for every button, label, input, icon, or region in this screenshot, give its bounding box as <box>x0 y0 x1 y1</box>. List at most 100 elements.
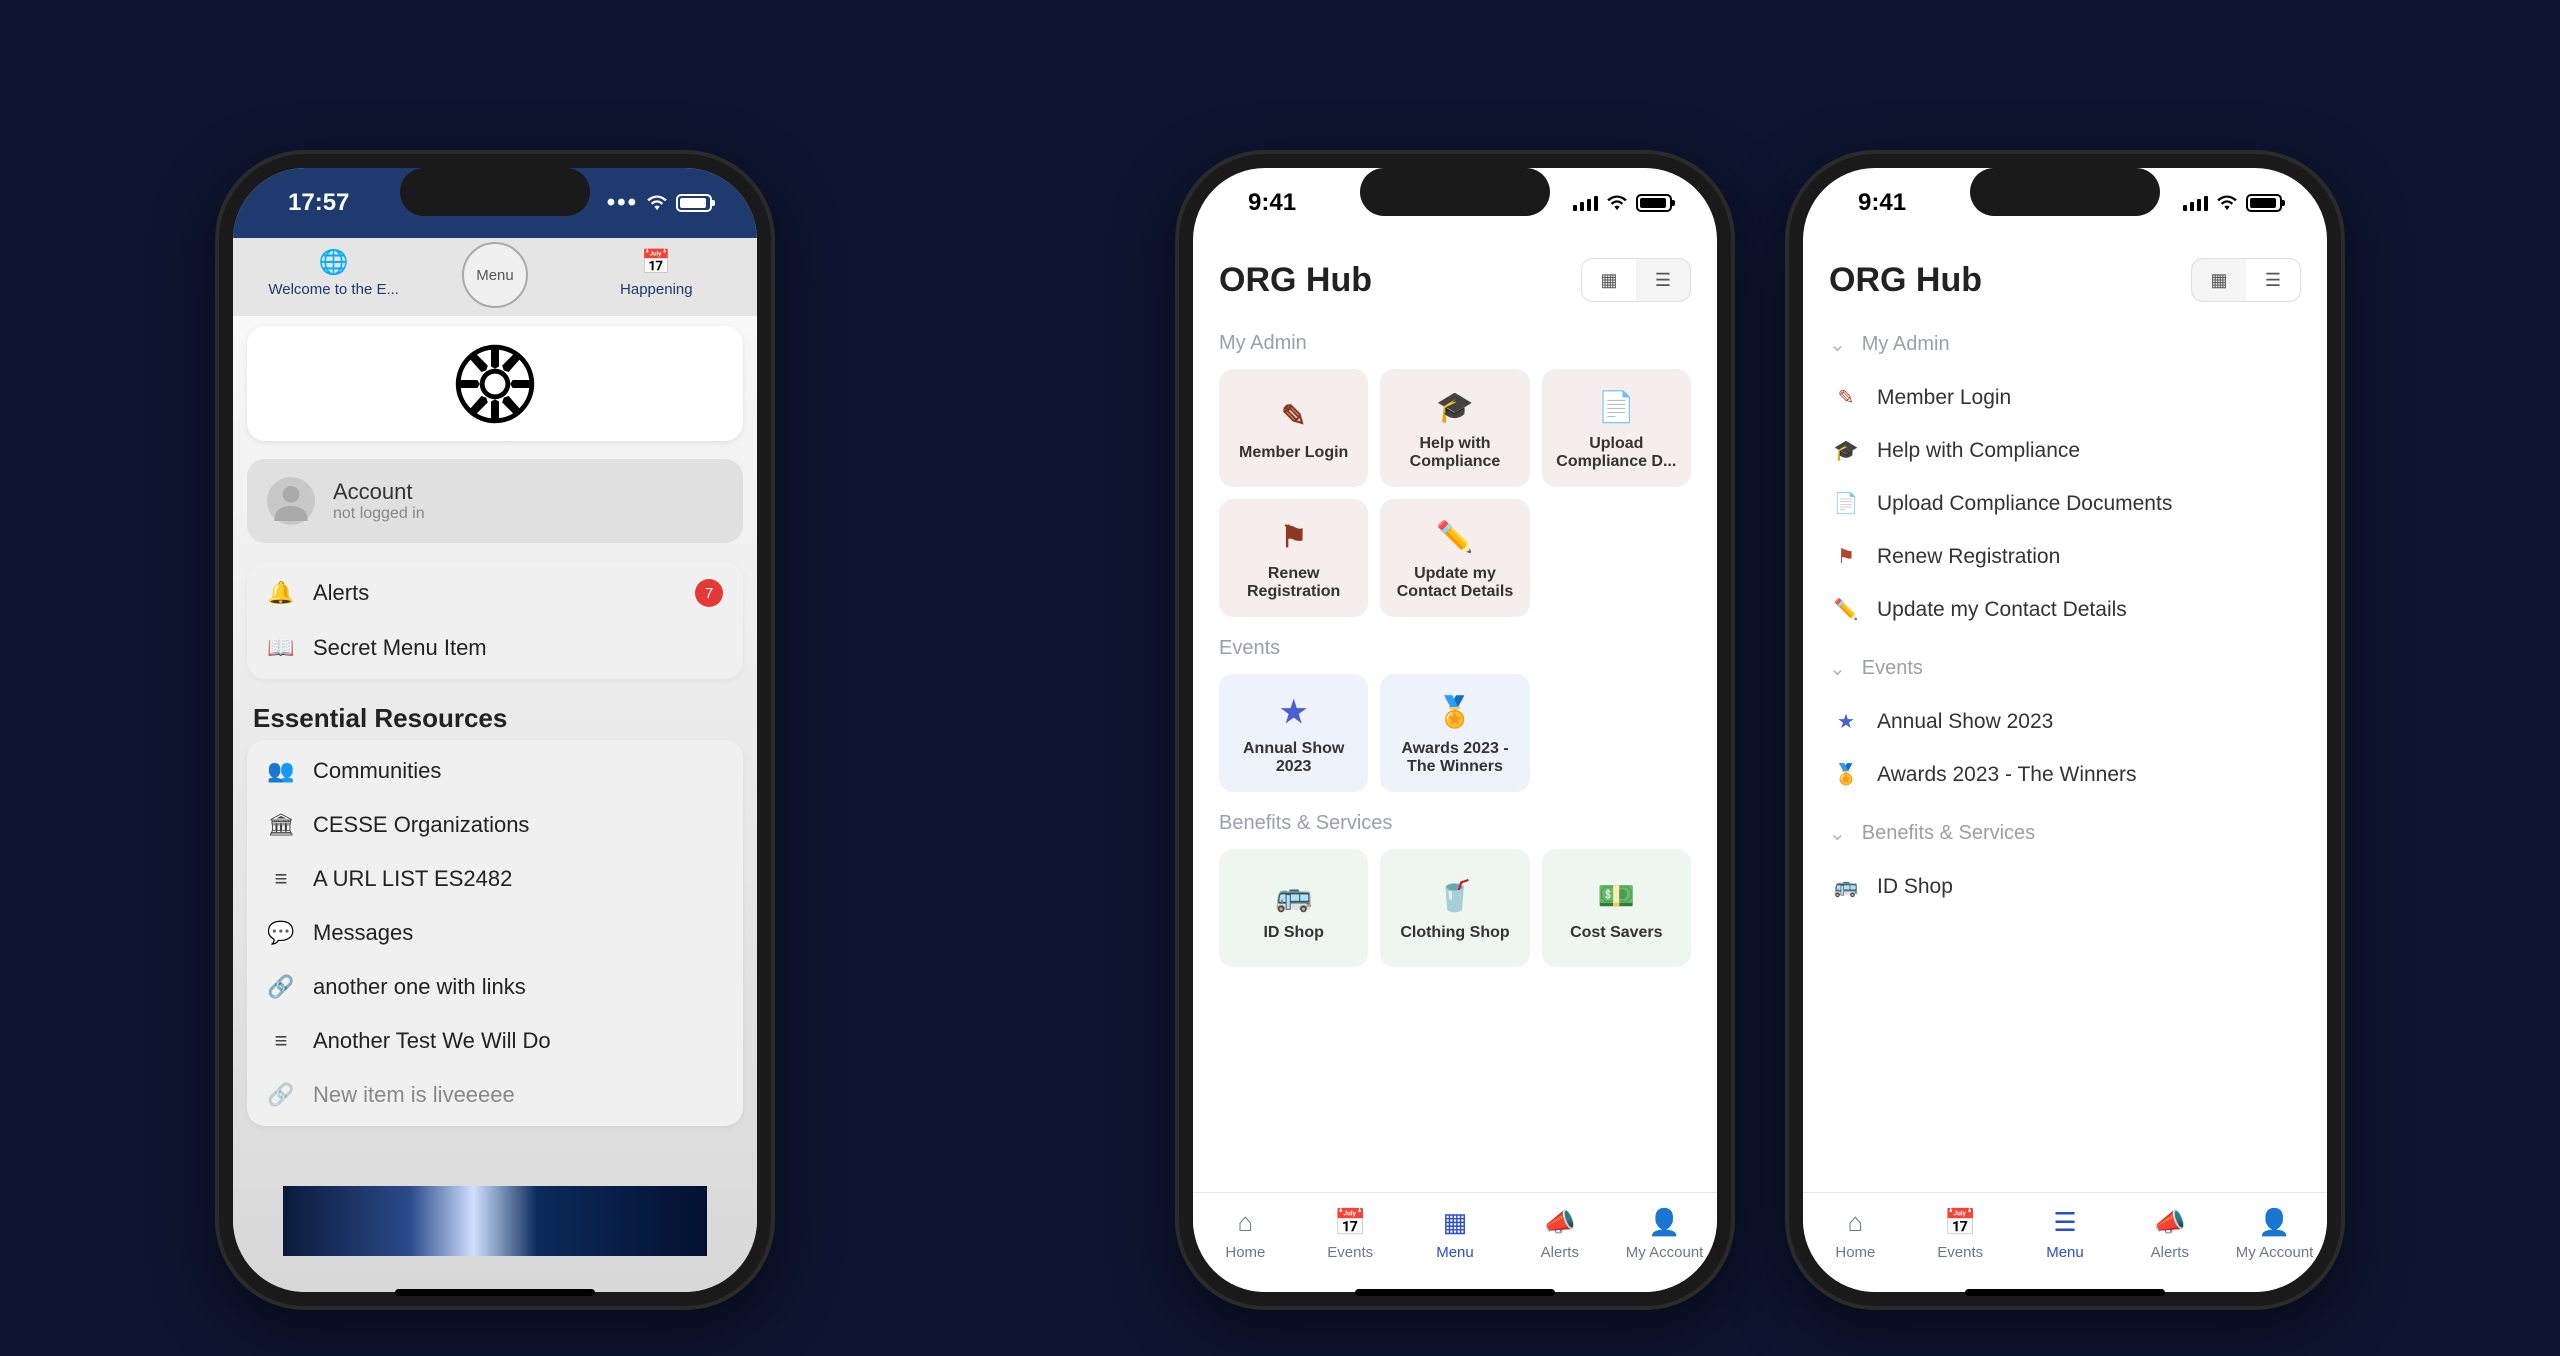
signal-icon <box>1573 196 1598 211</box>
logo-card <box>247 326 743 441</box>
hub-body[interactable]: ⌄My Admin ✎Member Login 🎓Help with Compl… <box>1803 312 2327 1192</box>
link-icon: 🔗 <box>267 974 295 1000</box>
tab-menu[interactable]: ▦Menu <box>1415 1207 1495 1261</box>
user-icon: 👤 <box>1625 1207 1705 1238</box>
megaphone-icon: 📣 <box>1520 1207 1600 1238</box>
home-indicator <box>395 1289 595 1296</box>
row-renew-registration[interactable]: ⚑Renew Registration <box>1829 530 2301 583</box>
tile-compliance-help[interactable]: 🎓Help with Compliance <box>1380 369 1529 487</box>
empire-logo-icon <box>455 344 535 424</box>
device-notch <box>1970 168 2160 216</box>
tile-cost-savers[interactable]: 💵Cost Savers <box>1542 849 1691 967</box>
row-upload-compliance[interactable]: 📄Upload Compliance Documents <box>1829 477 2301 530</box>
row-awards[interactable]: 🏅Awards 2023 - The Winners <box>1829 748 2301 801</box>
link-icon: 🔗 <box>267 1082 295 1108</box>
hub-header: ORG Hub ▦ ☰ <box>1803 238 2327 312</box>
graduation-icon: 🎓 <box>1436 389 1473 425</box>
phone-2: 9:41 ORG Hub ▦ ☰ My Admin ✎Member Login <box>1175 150 1735 1310</box>
menu-button[interactable]: Menu <box>462 242 528 308</box>
tab-bar: ⌂Home 📅Events ☰Menu 📣Alerts 👤My Account <box>1803 1192 2327 1292</box>
section-admin: My Admin <box>1219 332 1691 355</box>
tab-home[interactable]: ⌂Home <box>1815 1207 1895 1261</box>
tab-home[interactable]: ⌂Home <box>1205 1207 1285 1261</box>
tab-alerts[interactable]: 📣Alerts <box>1520 1207 1600 1261</box>
home-icon: ⌂ <box>1815 1207 1895 1238</box>
row-annual-show[interactable]: ★Annual Show 2023 <box>1829 695 2301 748</box>
megaphone-icon: 📣 <box>2130 1207 2210 1238</box>
account-title: Account <box>333 479 425 505</box>
hub-body[interactable]: My Admin ✎Member Login 🎓Help with Compli… <box>1193 312 1717 1192</box>
status-time: 9:41 <box>1248 189 1296 217</box>
tile-member-login[interactable]: ✎Member Login <box>1219 369 1368 487</box>
list-item[interactable]: 🏛CESSE Organizations <box>247 798 743 852</box>
phone-1: 17:57 ••• 🌐 Welcome to the E... Menu 📅 H… <box>215 150 775 1310</box>
edit-icon: ✏️ <box>1833 597 1859 622</box>
list-item[interactable]: 🔗another one with links <box>247 960 743 1014</box>
medal-icon: 🏅 <box>1833 762 1859 787</box>
section-events[interactable]: ⌄Events <box>1829 656 2301 681</box>
row-update-contact[interactable]: ✏️Update my Contact Details <box>1829 583 2301 636</box>
alerts-badge: 7 <box>695 579 723 607</box>
list-view-button[interactable]: ☰ <box>2246 259 2300 301</box>
view-toggle: ▦ ☰ <box>2191 258 2301 302</box>
list-item[interactable]: 🔗New item is liveeeee <box>247 1068 743 1122</box>
calendar-icon: 📅 <box>1310 1207 1390 1238</box>
row-member-login[interactable]: ✎Member Login <box>1829 371 2301 424</box>
list-icon: ≡ <box>267 866 295 892</box>
building-icon: 🏛 <box>267 812 295 838</box>
nav-menu[interactable]: Menu <box>414 248 575 308</box>
pencil-icon: ✎ <box>1833 385 1859 410</box>
account-card[interactable]: Account not logged in <box>247 459 743 543</box>
tab-bar: ⌂Home 📅Events ▦Menu 📣Alerts 👤My Account <box>1193 1192 1717 1292</box>
status-indicators <box>2183 194 2282 212</box>
row-compliance-help[interactable]: 🎓Help with Compliance <box>1829 424 2301 477</box>
home-indicator <box>1355 1289 1555 1296</box>
secret-menu-row[interactable]: 📖 Secret Menu Item <box>247 621 743 675</box>
hub-header: ORG Hub ▦ ☰ <box>1193 238 1717 312</box>
tab-account[interactable]: 👤My Account <box>2235 1207 2315 1261</box>
main-scroll[interactable]: Account not logged in 🔔 Alerts 7 📖 Secre… <box>233 316 757 1292</box>
list-view-button[interactable]: ☰ <box>1636 259 1690 301</box>
home-indicator <box>1965 1289 2165 1296</box>
phone-3: 9:41 ORG Hub ▦ ☰ ⌄My Admin ✎Member Login… <box>1785 150 2345 1310</box>
pencil-icon: ✎ <box>1281 398 1306 434</box>
list-item[interactable]: ≡Another Test We Will Do <box>247 1014 743 1068</box>
grid-view-button[interactable]: ▦ <box>1582 259 1636 301</box>
tile-renew-registration[interactable]: ⚑Renew Registration <box>1219 499 1368 617</box>
list-item[interactable]: ≡A URL LIST ES2482 <box>247 852 743 906</box>
flag-icon: ⚑ <box>1833 544 1859 569</box>
list-icon: ☰ <box>2265 270 2281 291</box>
calendar-icon: 📅 <box>1920 1207 2000 1238</box>
section-events: Events <box>1219 637 1691 660</box>
tab-account[interactable]: 👤My Account <box>1625 1207 1705 1261</box>
tab-alerts[interactable]: 📣Alerts <box>2130 1207 2210 1261</box>
tile-awards[interactable]: 🏅Awards 2023 - The Winners <box>1380 674 1529 792</box>
tile-upload-compliance[interactable]: 📄Upload Compliance D... <box>1542 369 1691 487</box>
tab-events[interactable]: 📅Events <box>1920 1207 2000 1261</box>
nav-happening[interactable]: 📅 Happening <box>576 248 737 308</box>
tab-events[interactable]: 📅Events <box>1310 1207 1390 1261</box>
row-id-shop[interactable]: 🚌ID Shop <box>1829 860 2301 913</box>
resources-card: 👥Communities 🏛CESSE Organizations ≡A URL… <box>247 740 743 1126</box>
tile-annual-show[interactable]: ★Annual Show 2023 <box>1219 674 1368 792</box>
money-icon: 💵 <box>1598 878 1635 914</box>
tab-menu[interactable]: ☰Menu <box>2025 1207 2105 1261</box>
device-notch <box>1360 168 1550 216</box>
tile-update-contact[interactable]: ✏️Update my Contact Details <box>1380 499 1529 617</box>
nav-welcome[interactable]: 🌐 Welcome to the E... <box>253 248 414 308</box>
banner-image <box>283 1186 707 1256</box>
section-admin[interactable]: ⌄My Admin <box>1829 332 2301 357</box>
resources-header: Essential Resources <box>247 693 743 740</box>
alerts-row[interactable]: 🔔 Alerts 7 <box>247 565 743 621</box>
tile-clothing-shop[interactable]: 🥤Clothing Shop <box>1380 849 1529 967</box>
chevron-down-icon: ⌄ <box>1829 332 1846 357</box>
book-icon: 📖 <box>267 635 295 661</box>
section-benefits[interactable]: ⌄Benefits & Services <box>1829 821 2301 846</box>
signal-icon <box>2183 196 2208 211</box>
star-icon: ★ <box>1833 709 1859 734</box>
screen-2: 9:41 ORG Hub ▦ ☰ My Admin ✎Member Login <box>1193 168 1717 1292</box>
tile-id-shop[interactable]: 🚌ID Shop <box>1219 849 1368 967</box>
list-item[interactable]: 💬Messages <box>247 906 743 960</box>
grid-view-button[interactable]: ▦ <box>2192 259 2246 301</box>
list-item[interactable]: 👥Communities <box>247 744 743 798</box>
